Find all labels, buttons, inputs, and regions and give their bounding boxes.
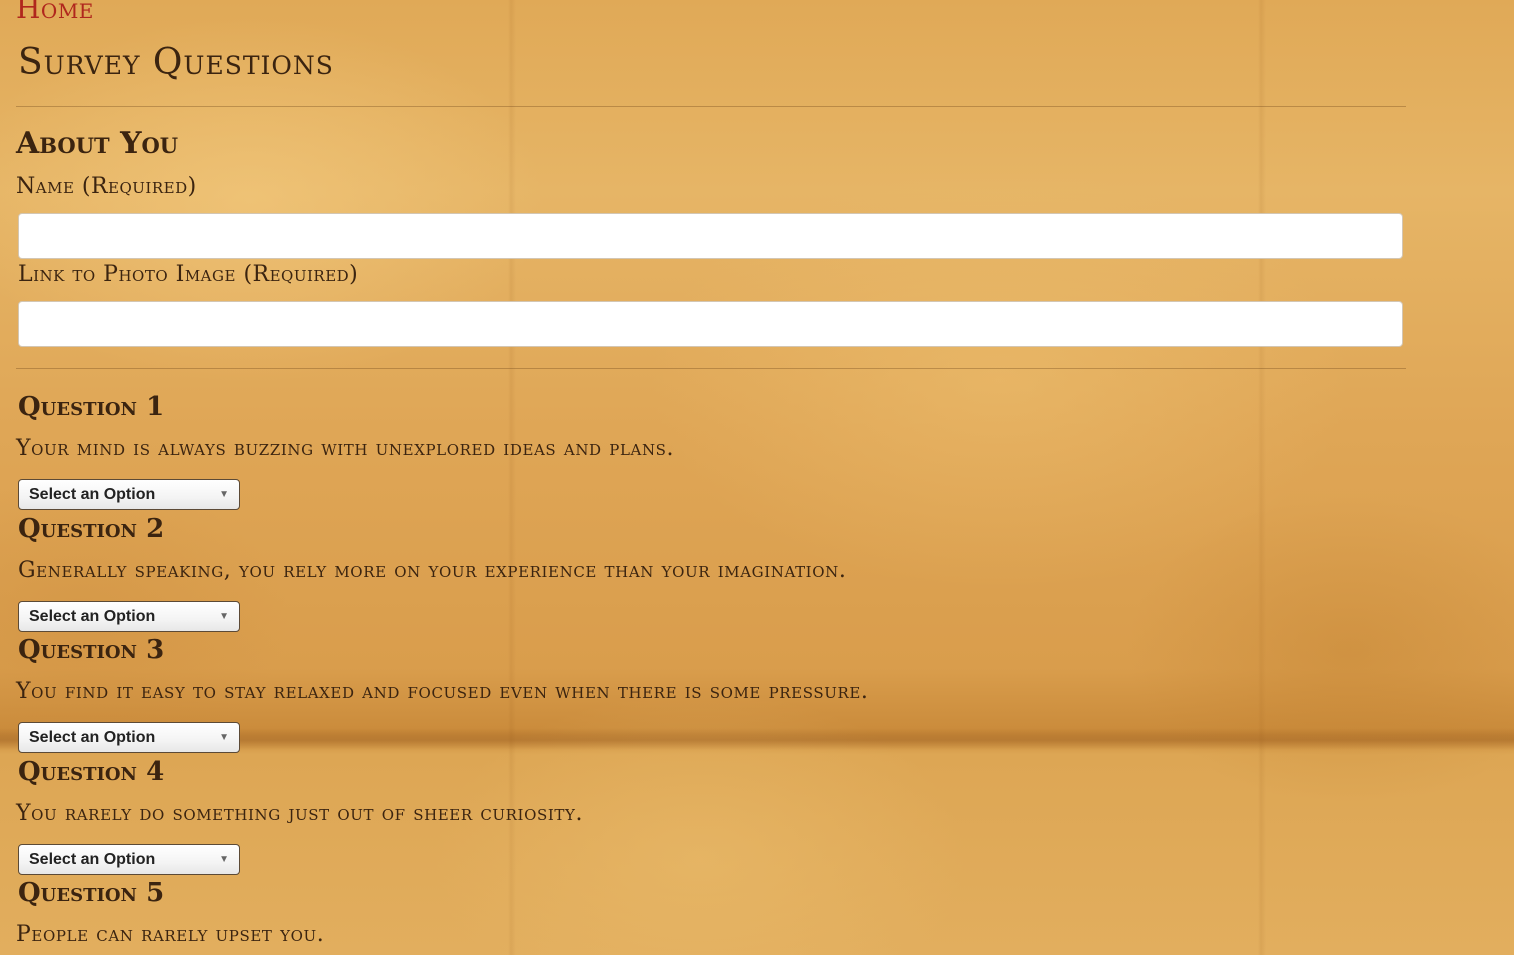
divider [16,106,1406,107]
question-1-title: Question 1 [18,392,165,422]
triangle-down-icon: ▼ [219,489,229,500]
question-3-selected-value: Select an Option [29,729,156,746]
question-2-selected-value: Select an Option [29,608,156,625]
photo-link-label: Link to Photo Image (Required) [18,262,359,287]
page-title: Survey Questions [18,42,334,83]
triangle-down-icon: ▼ [219,611,229,622]
section-title-about-you: About You [16,126,179,161]
question-1-selected-value: Select an Option [29,486,156,503]
question-4-selected-value: Select an Option [29,851,156,868]
name-input[interactable] [18,213,1403,259]
home-link[interactable]: Home [16,0,94,25]
name-label: Name (Required) [16,174,197,199]
question-4-title: Question 4 [18,757,165,787]
question-4-text: You rarely do something just out of shee… [16,801,584,826]
question-3-text: You find it easy to stay relaxed and foc… [16,679,869,704]
question-2-title: Question 2 [18,514,165,544]
triangle-down-icon: ▼ [219,854,229,865]
question-2-text: Generally speaking, you rely more on you… [18,558,847,583]
divider [16,368,1406,369]
question-3-select[interactable]: Select an Option ▼ [18,722,240,753]
triangle-down-icon: ▼ [219,732,229,743]
photo-link-input[interactable] [18,301,1403,347]
question-1-select[interactable]: Select an Option ▼ [18,479,240,510]
question-5-title: Question 5 [18,878,165,908]
question-2-select[interactable]: Select an Option ▼ [18,601,240,632]
question-5-text: People can rarely upset you. [16,922,325,947]
question-3-title: Question 3 [18,635,165,665]
question-1-text: Your mind is always buzzing with unexplo… [16,436,675,461]
question-4-select[interactable]: Select an Option ▼ [18,844,240,875]
